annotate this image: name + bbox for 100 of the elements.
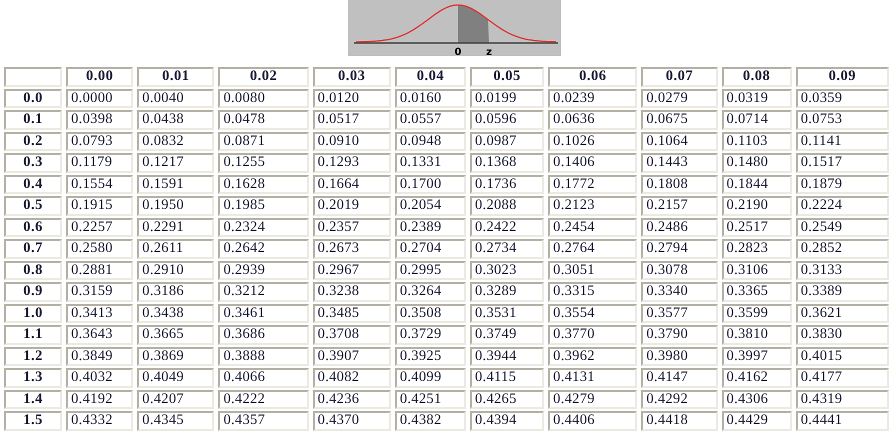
table-cell: 0.0832 xyxy=(137,132,214,151)
table-cell: 0.1985 xyxy=(218,196,309,216)
table-cell: 0.1026 xyxy=(548,132,638,151)
table-cell: 0.2422 xyxy=(470,218,544,237)
table-cell: 0.3212 xyxy=(218,282,309,302)
table-cell: 0.3944 xyxy=(470,346,544,366)
table-cell: 0.3159 xyxy=(66,282,134,302)
table-cell: 0.0319 xyxy=(722,88,792,108)
table-cell: 0.3365 xyxy=(722,282,792,302)
table-cell: 0.4015 xyxy=(796,346,889,366)
table-cell: 0.1554 xyxy=(66,174,134,194)
column-header: 0.01 xyxy=(137,67,214,86)
row-header: 1.1 xyxy=(4,325,62,344)
row-header: 0.9 xyxy=(4,282,62,302)
row-header: 0.3 xyxy=(4,153,62,172)
table-cell: 0.3665 xyxy=(137,325,214,344)
table-cell: 0.2291 xyxy=(137,218,214,237)
table-cell: 0.2881 xyxy=(66,260,134,280)
table-cell: 0.3925 xyxy=(394,346,466,366)
table-cell: 0.3708 xyxy=(312,325,391,344)
row-header: 0.0 xyxy=(4,88,62,108)
table-cell: 0.1879 xyxy=(796,174,889,194)
column-header: 0.03 xyxy=(312,67,391,86)
table-cell: 0.3485 xyxy=(312,304,391,323)
table-cell: 0.3980 xyxy=(641,346,718,366)
table-cell: 0.3643 xyxy=(66,325,134,344)
row-header: 0.5 xyxy=(4,196,62,216)
table-cell: 0.3289 xyxy=(470,282,544,302)
table-cell: 0.2734 xyxy=(470,239,544,258)
table-cell: 0.4192 xyxy=(66,390,134,409)
table-cell: 0.0040 xyxy=(137,88,214,108)
table-cell: 0.3508 xyxy=(394,304,466,323)
table-cell: 0.2224 xyxy=(796,196,889,216)
table-cell: 0.4162 xyxy=(722,368,792,388)
table-cell: 0.2794 xyxy=(641,239,718,258)
table-cell: 0.3962 xyxy=(548,346,638,366)
row-header: 1.2 xyxy=(4,346,62,366)
table-cell: 0.2389 xyxy=(394,218,466,237)
table-cell: 0.3389 xyxy=(796,282,889,302)
table-cell: 0.0478 xyxy=(218,110,309,130)
table-cell: 0.0636 xyxy=(548,110,638,130)
table-cell: 0.2673 xyxy=(312,239,391,258)
table-cell: 0.1808 xyxy=(641,174,718,194)
table-cell: 0.2257 xyxy=(66,218,134,237)
table-cell: 0.4406 xyxy=(548,411,638,430)
table-cell: 0.3729 xyxy=(394,325,466,344)
table-cell: 0.4236 xyxy=(312,390,391,409)
table-cell: 0.0557 xyxy=(394,110,466,130)
table-cell: 0.0910 xyxy=(312,132,391,151)
table-cell: 0.2486 xyxy=(641,218,718,237)
table-cell: 0.1772 xyxy=(548,174,638,194)
table-cell: 0.1664 xyxy=(312,174,391,194)
table-cell: 0.3888 xyxy=(218,346,309,366)
table-cell: 0.4429 xyxy=(722,411,792,430)
table-cell: 0.3238 xyxy=(312,282,391,302)
row-header: 0.6 xyxy=(4,218,62,237)
table-cell: 0.2939 xyxy=(218,260,309,280)
table-cell: 0.1217 xyxy=(137,153,214,172)
table-cell: 0.2967 xyxy=(312,260,391,280)
table-cell: 0.3264 xyxy=(394,282,466,302)
table-cell: 0.4441 xyxy=(796,411,889,430)
table-cell: 0.2549 xyxy=(796,218,889,237)
table-cell: 0.4131 xyxy=(548,368,638,388)
table-cell: 0.3790 xyxy=(641,325,718,344)
table-cell: 0.0753 xyxy=(796,110,889,130)
table-cell: 0.2357 xyxy=(312,218,391,237)
table-cell: 0.2611 xyxy=(137,239,214,258)
table-cell: 0.1179 xyxy=(66,153,134,172)
table-cell: 0.0398 xyxy=(66,110,134,130)
table-cell: 0.4222 xyxy=(218,390,309,409)
column-header: 0.00 xyxy=(66,67,134,86)
row-header: 0.8 xyxy=(4,260,62,280)
table-cell: 0.4099 xyxy=(394,368,466,388)
table-cell: 0.0987 xyxy=(470,132,544,151)
table-cell: 0.4332 xyxy=(66,411,134,430)
axis-label: z xyxy=(486,47,492,56)
table-cell: 0.0438 xyxy=(137,110,214,130)
table-cell: 0.4292 xyxy=(641,390,718,409)
row-header: 1.4 xyxy=(4,390,62,409)
row-header: 1.0 xyxy=(4,304,62,323)
table-cell: 0.2995 xyxy=(394,260,466,280)
table-cell: 0.4370 xyxy=(312,411,391,430)
table-cell: 0.1480 xyxy=(722,153,792,172)
header-cell xyxy=(4,67,62,86)
table-cell: 0.3830 xyxy=(796,325,889,344)
table-cell: 0.0120 xyxy=(312,88,391,108)
table-cell: 0.4032 xyxy=(66,368,134,388)
table-cell: 0.1700 xyxy=(394,174,466,194)
table-cell: 0.2580 xyxy=(66,239,134,258)
table-cell: 0.4345 xyxy=(137,411,214,430)
table-cell: 0.1331 xyxy=(394,153,466,172)
table-cell: 0.2190 xyxy=(722,196,792,216)
table-cell: 0.3907 xyxy=(312,346,391,366)
table-cell: 0.1591 xyxy=(137,174,214,194)
table-cell: 0.4115 xyxy=(470,368,544,388)
table-cell: 0.1844 xyxy=(722,174,792,194)
column-header: 0.04 xyxy=(394,67,466,86)
table-cell: 0.0359 xyxy=(796,88,889,108)
table-cell: 0.3554 xyxy=(548,304,638,323)
table-cell: 0.4147 xyxy=(641,368,718,388)
